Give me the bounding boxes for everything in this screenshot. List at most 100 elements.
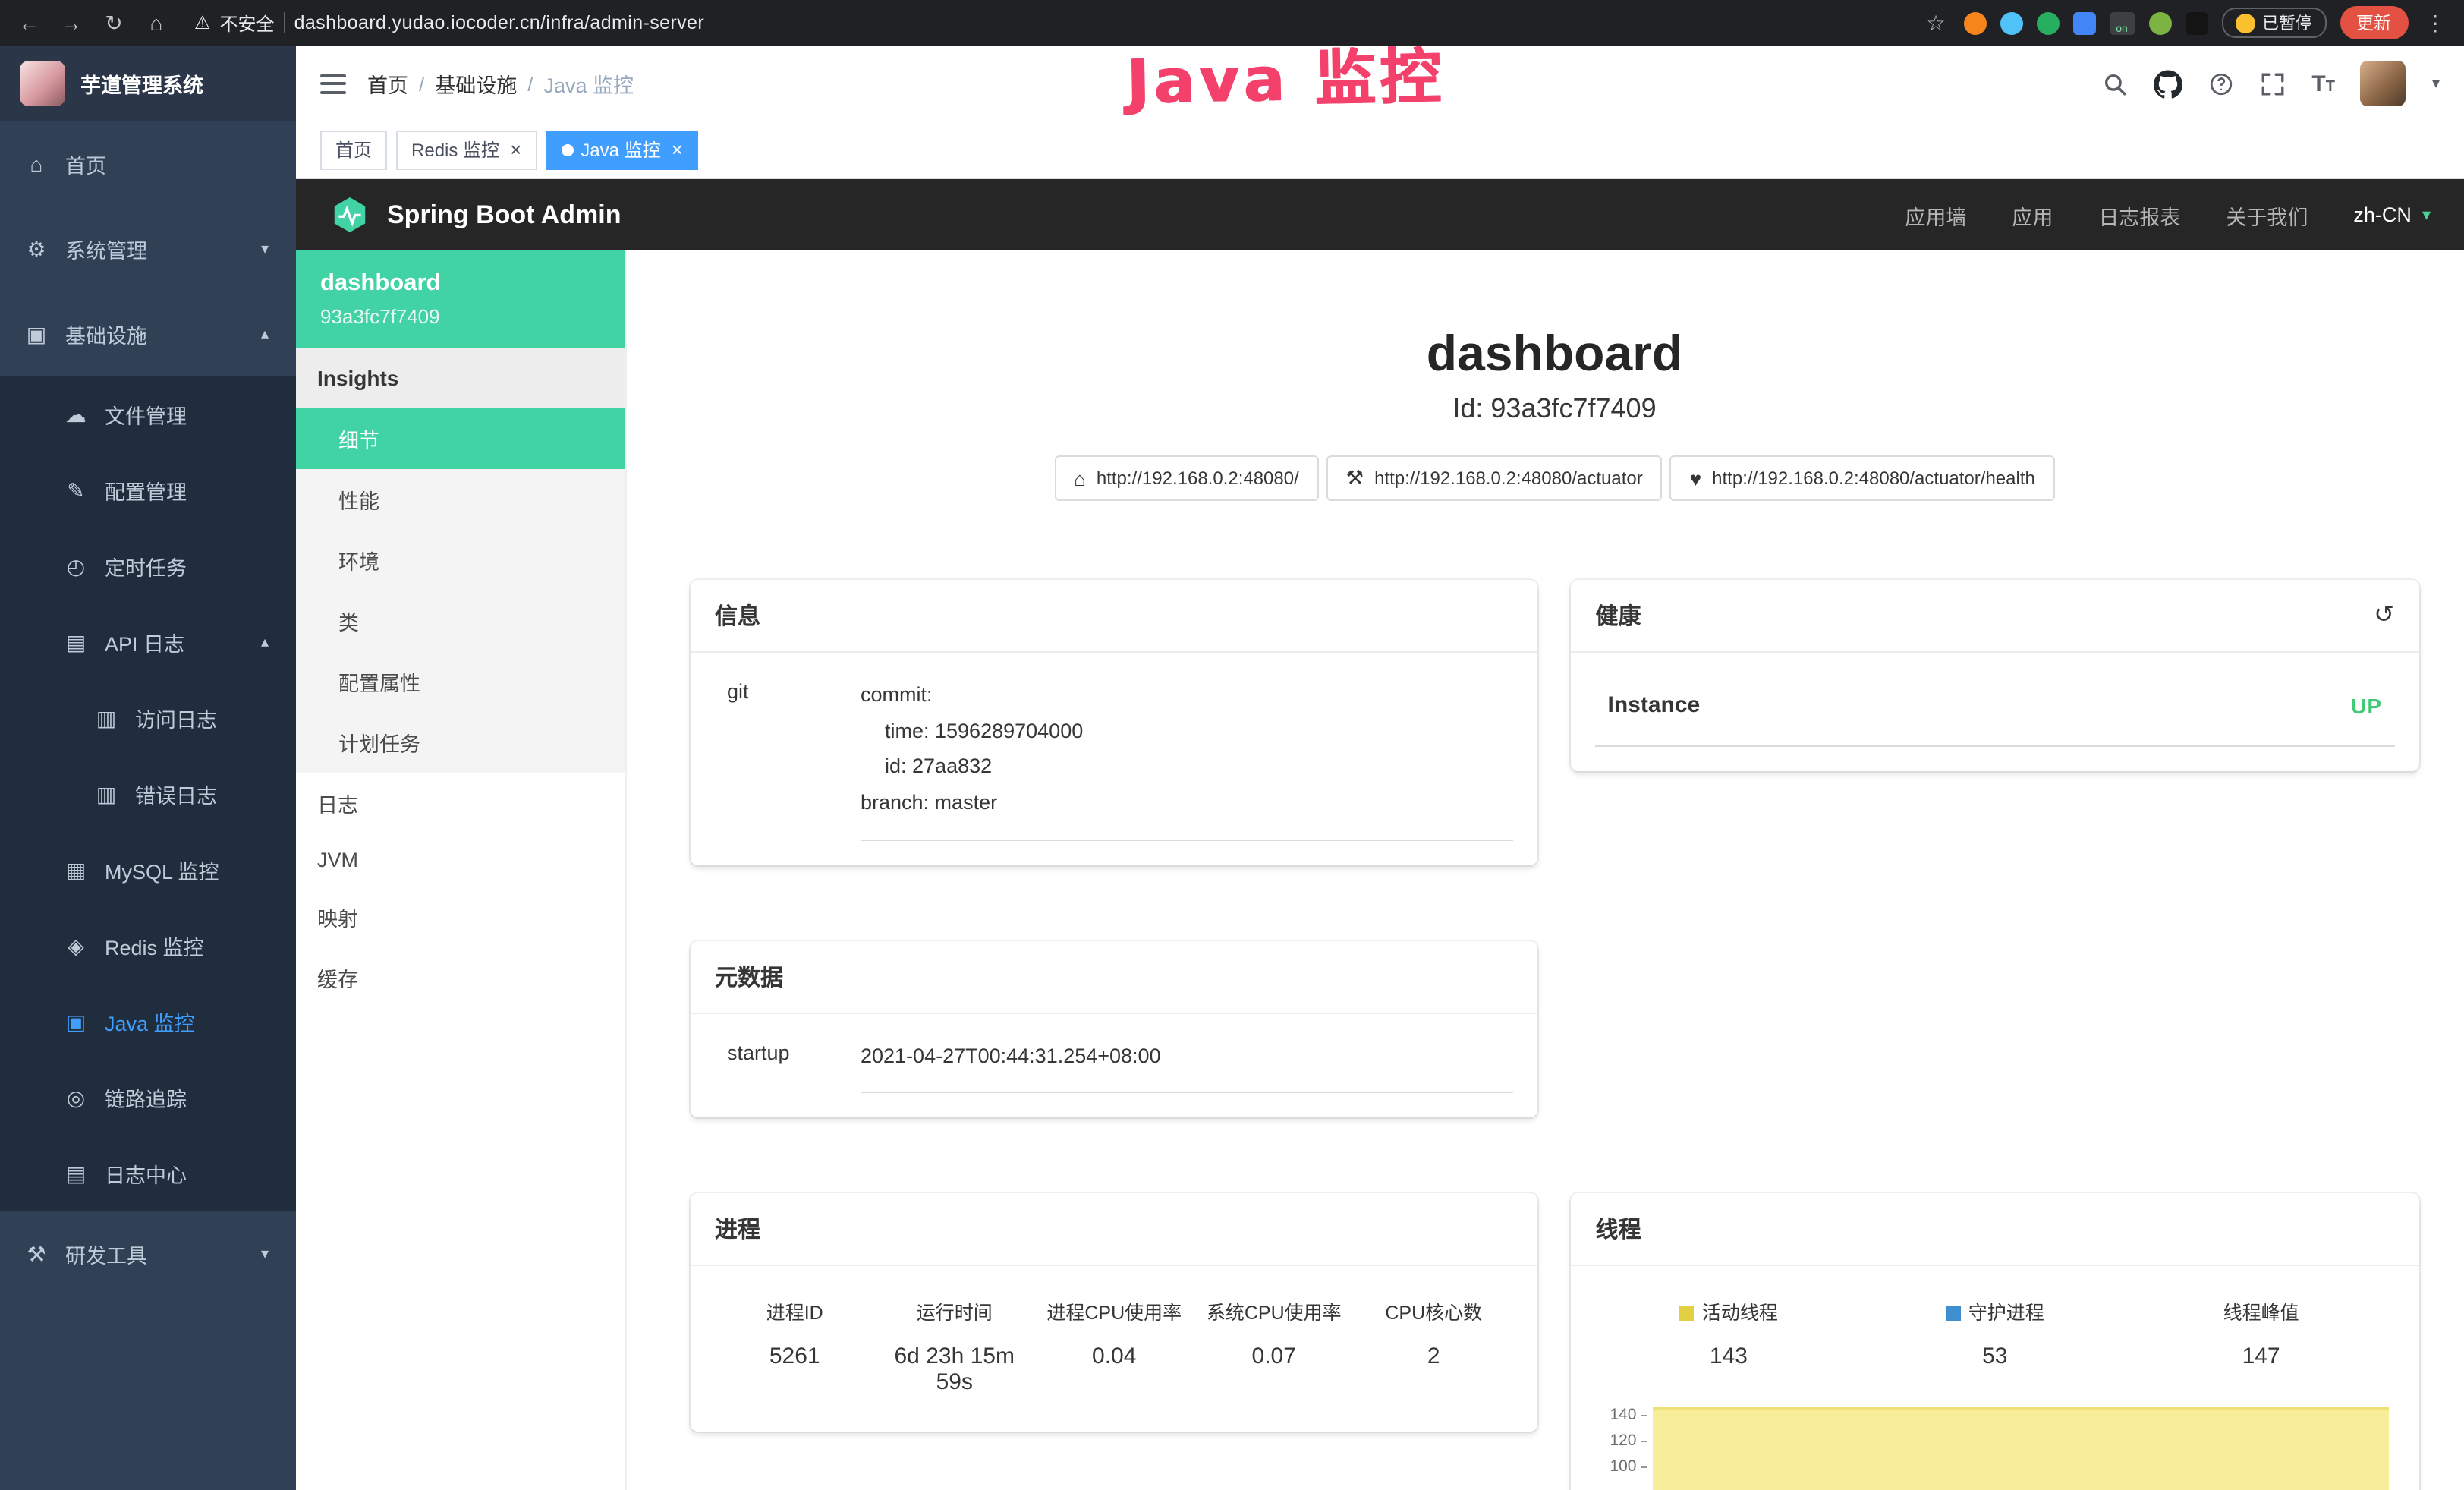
link-url: http://192.168.0.2:48080/actuator [1374,468,1643,489]
sba-nav-wallboard[interactable]: 应用墙 [1905,200,1966,230]
font-size-icon[interactable]: TT [2311,72,2335,95]
app-sidebar: 芋道管理系统 ⌂ 首页 ⚙ 系统管理 ▾ ▣ 基础设施 ▴ ☁ 文件管理 ✎ 配… [0,46,296,1490]
sidebar-item-home[interactable]: ⌂ 首页 [0,121,296,206]
sidebar-item-infrastructure[interactable]: ▣ 基础设施 ▴ [0,291,296,376]
process-value: 2 [1354,1344,1514,1369]
sidebar-item-error-log[interactable]: ▥ 错误日志 [0,756,296,832]
process-card: 进程 进程ID 5261 运行时间 [691,1193,1538,1432]
github-icon[interactable] [2154,67,2182,100]
sidebar-item-api-log[interactable]: ▤ API 日志 ▴ [0,604,296,680]
process-value: 5261 [715,1344,875,1369]
close-icon[interactable]: × [672,138,683,161]
sidebar-item-java-monitor[interactable]: ▣ Java 监控 [0,984,296,1060]
process-column-system-cpu: 系统CPU使用率 0.07 [1194,1296,1355,1395]
sba-navbar: Spring Boot Admin 应用墙 应用 日志报表 关于我们 zh-CN… [296,179,2464,250]
address-bar[interactable]: dashboard.yudao.iocoder.cn/infra/admin-s… [294,12,705,33]
sidebar-item-label: 日志中心 [105,1158,187,1189]
sidebar-item-log-center[interactable]: ▤ 日志中心 [0,1136,296,1211]
home-icon: ⌂ [24,152,49,176]
instance-health-row[interactable]: Instance UP [1596,677,2395,747]
extension-icon-orange[interactable] [1963,11,1986,34]
card-title: 进程 [691,1193,1538,1266]
extension-icon-leaf[interactable] [2148,11,2171,34]
card-title: 信息 [691,580,1538,653]
breadcrumb-item-infra[interactable]: 基础设施 [435,68,517,99]
instance-link-actuator[interactable]: ⚒ http://192.168.0.2:48080/actuator [1326,455,1663,501]
browser-back-button[interactable]: ← [15,11,42,35]
browser-home-button[interactable]: ⌂ [143,11,170,35]
sidebar-item-redis-monitor[interactable]: ◈ Redis 监控 [0,908,296,984]
breadcrumb: 首页 / 基础设施 / Java 监控 [367,68,634,99]
browser-reload-button[interactable]: ↻ [100,10,127,36]
card-title: 元数据 [691,940,1538,1013]
chevron-down-icon: ▾ [2422,205,2431,225]
sidebar-item-scheduled-jobs[interactable]: ◴ 定时任务 [0,528,296,604]
sba-item-configprops[interactable]: 配置属性 [296,651,625,712]
avatar-caret-icon[interactable]: ▾ [2432,75,2440,92]
info-card: 信息 git commit: time: 1596289704000 id: 2… [691,580,1538,865]
bookmark-star-icon[interactable]: ☆ [1922,10,1949,36]
profile-paused-chip[interactable]: 已暂停 [2221,8,2326,38]
sidebar-item-label: 链路追踪 [105,1082,187,1113]
breadcrumb-item-home[interactable]: 首页 [367,68,408,99]
sba-item-beans[interactable]: 类 [296,591,625,651]
history-icon[interactable]: ↺ [2374,603,2394,628]
browser-menu-icon[interactable]: ⋮ [2422,10,2449,36]
sba-item-mappings[interactable]: 映射 [296,887,625,947]
tools-icon: ⚒ [24,1241,49,1267]
sba-item-environment[interactable]: 环境 [296,530,625,591]
extension-icon-cyan[interactable] [2000,11,2022,34]
legend-live-threads: 活动线程 143 [1596,1296,1862,1369]
sba-nav-journal[interactable]: 日志报表 [2098,200,2180,230]
close-icon[interactable]: × [510,138,521,161]
sba-item-loggers[interactable]: 日志 [296,773,625,833]
sba-nav-about[interactable]: 关于我们 [2226,200,2308,230]
threads-chart-plot [1654,1403,2395,1490]
tag-java-monitor[interactable]: Java 监控 × [546,130,698,169]
health-card: 健康 ↺ Instance UP [1572,580,2419,771]
sba-item-jvm[interactable]: JVM [296,833,625,887]
instance-link-root[interactable]: ⌂ http://192.168.0.2:48080/ [1054,455,1319,501]
browser-update-button[interactable]: 更新 [2340,6,2408,39]
fullscreen-icon[interactable] [2260,67,2286,100]
sba-item-metrics[interactable]: 性能 [296,469,625,530]
info-key: git [715,677,861,840]
sba-instance-card[interactable]: dashboard 93a3fc7f7409 [296,250,625,348]
chevron-down-icon: ▾ [261,1246,269,1262]
instance-link-health[interactable]: ♥ http://192.168.0.2:48080/actuator/heal… [1670,455,2055,501]
sidebar-item-file-management[interactable]: ☁ 文件管理 [0,376,296,452]
paused-label: 已暂停 [2262,11,2312,35]
browser-forward-button[interactable]: → [58,11,85,35]
hamburger-icon[interactable] [320,74,346,93]
sba-section-insights[interactable]: Insights [296,348,625,408]
sidebar-item-tracing[interactable]: ◎ 链路追踪 [0,1060,296,1136]
extension-icon-dark[interactable] [2185,11,2208,34]
sba-item-caches[interactable]: 缓存 [296,947,625,1008]
sidebar-item-system[interactable]: ⚙ 系统管理 ▾ [0,206,296,291]
app-logo[interactable]: 芋道管理系统 [0,46,296,121]
tag-home[interactable]: 首页 [320,130,387,169]
tag-redis-monitor[interactable]: Redis 监控 × [396,130,537,169]
metadata-card: 元数据 startup 2021-04-27T00:44:31.254+08:0… [691,940,1538,1117]
sba-body: dashboard 93a3fc7f7409 Insights 细节 性能 环境… [296,250,2464,1490]
sidebar-item-dev-tools[interactable]: ⚒ 研发工具 ▾ [0,1211,296,1296]
sidebar-item-label: 首页 [65,149,106,179]
info-line: branch: master [861,785,1514,821]
sba-locale-select[interactable]: zh-CN ▾ [2353,203,2431,226]
sidebar-item-label: Redis 监控 [105,931,204,961]
security-chip[interactable]: ⚠ 不安全 dashboard.yudao.iocoder.cn/infra/a… [194,10,704,36]
search-icon[interactable] [2102,67,2128,100]
sba-brand[interactable]: Spring Boot Admin [329,194,622,235]
user-avatar[interactable] [2361,61,2406,106]
sba-nav-applications[interactable]: 应用 [2012,200,2053,230]
sidebar-item-config-management[interactable]: ✎ 配置管理 [0,452,296,528]
extension-icon-green[interactable] [2036,11,2059,34]
help-icon[interactable] [2208,67,2234,100]
sba-item-scheduled-tasks[interactable]: 计划任务 [296,712,625,773]
active-dot [561,143,573,156]
sba-item-details[interactable]: 细节 [296,408,625,469]
sidebar-item-mysql-monitor[interactable]: ▦ MySQL 监控 [0,832,296,908]
sidebar-item-access-log[interactable]: ▥ 访问日志 [0,680,296,756]
extension-icon-on-badge[interactable]: on [2109,11,2135,34]
extension-icon-blue-grid[interactable] [2072,11,2095,34]
